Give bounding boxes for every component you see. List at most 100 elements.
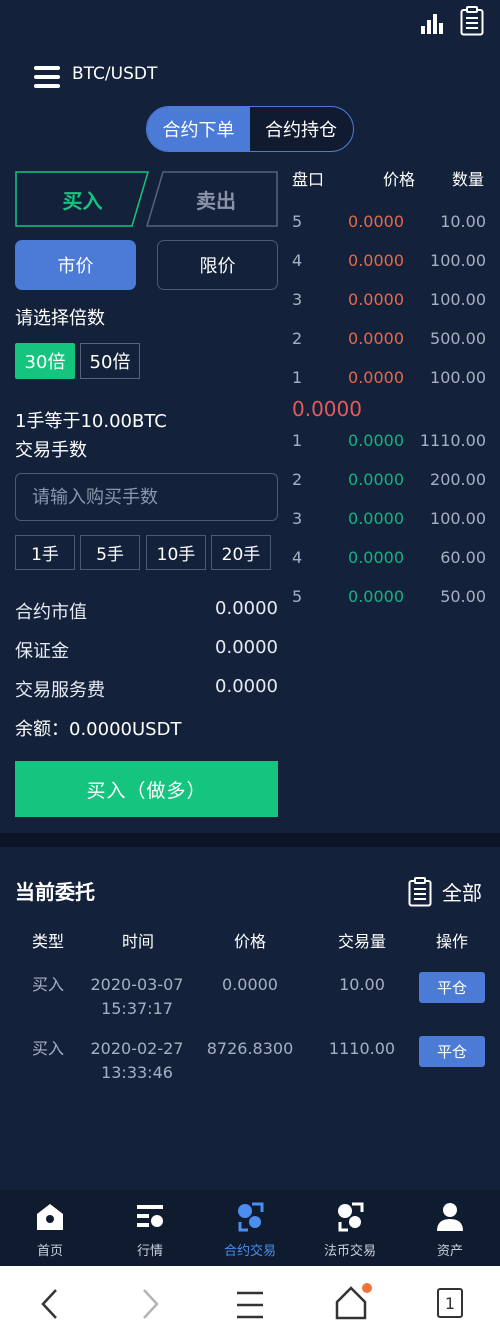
ask-price: 0.0000 — [348, 212, 404, 231]
ask-row[interactable]: 1 0.0000 100.00 — [292, 368, 486, 392]
bid-qty: 1110.00 — [419, 431, 486, 450]
col-price: 价格 — [233, 932, 266, 951]
quick-lot-5-button[interactable]: 5手 — [80, 535, 140, 570]
ask-qty: 100.00 — [430, 290, 486, 309]
bid-qty: 200.00 — [430, 470, 486, 489]
margin-row: 保证金 0.0000 — [15, 637, 278, 665]
limit-price-button[interactable]: 限价 — [157, 240, 278, 290]
bid-level: 3 — [292, 509, 303, 528]
bid-level: 2 — [292, 470, 303, 489]
ask-level: 2 — [292, 329, 303, 348]
lots-label: 交易手数 — [15, 440, 87, 461]
clipboard-icon — [408, 877, 432, 907]
order-price: 8726.8300 — [206, 1039, 294, 1058]
margin-label: 保证金 — [15, 641, 69, 662]
col-type: 类型 — [31, 932, 64, 951]
nav-market-label: 行情 — [136, 1244, 163, 1259]
lots-input[interactable] — [15, 473, 278, 521]
buy-tab-label: 买入 — [62, 188, 103, 213]
ask-level: 5 — [292, 212, 303, 231]
bid-price: 0.0000 — [348, 587, 404, 606]
nav-home[interactable]: 首页 — [0, 1190, 100, 1266]
ask-price: 0.0000 — [348, 329, 404, 348]
forward-icon[interactable] — [140, 1286, 162, 1322]
nav-contract-trade[interactable]: 合约交易 — [200, 1190, 300, 1266]
sell-tab[interactable]: 卖出 — [146, 171, 278, 227]
nav-fiat-trade[interactable]: 法币交易 — [300, 1190, 400, 1266]
tab-place-order[interactable]: 合约下单 — [147, 107, 250, 151]
bid-row[interactable]: 3 0.0000 100.00 — [292, 509, 486, 533]
fiat-trade-icon — [338, 1202, 364, 1232]
ask-level: 1 — [292, 368, 303, 387]
current-orders-title: 当前委托 — [15, 880, 95, 904]
order-type: 买入 — [31, 975, 64, 994]
ask-row[interactable]: 2 0.0000 500.00 — [292, 329, 486, 353]
sell-tab-label: 卖出 — [196, 188, 236, 213]
margin-value: 0.0000 — [215, 637, 278, 658]
orderbook-header-level: 盘口 — [292, 170, 325, 189]
order-date: 2020-02-27 — [90, 1039, 184, 1058]
buy-long-button[interactable]: 买入（做多） — [15, 761, 278, 817]
ask-qty: 500.00 — [430, 329, 486, 348]
order-volume: 1110.00 — [328, 1039, 396, 1058]
order-price: 0.0000 — [222, 975, 278, 994]
bid-row[interactable]: 1 0.0000 1110.00 — [292, 431, 486, 455]
tab-count-button[interactable]: 1 — [437, 1288, 463, 1318]
close-position-button[interactable]: 平仓 — [419, 972, 485, 1003]
section-divider — [0, 833, 500, 847]
ask-price: 0.0000 — [348, 290, 404, 309]
col-volume: 交易量 — [337, 932, 386, 951]
leverage-30x-button[interactable]: 30倍 — [15, 343, 75, 379]
trading-pair-title: BTC/USDT — [72, 64, 158, 84]
contract-value-label: 合约市值 — [15, 602, 87, 623]
bottom-nav: 首页 行情 合约交易 法币交易 资产 — [0, 1190, 500, 1266]
bid-row[interactable]: 2 0.0000 200.00 — [292, 470, 486, 494]
fee-row: 交易服务费 0.0000 — [15, 676, 278, 704]
bar-chart-icon[interactable] — [421, 12, 443, 34]
clipboard-icon[interactable] — [460, 6, 484, 36]
market-price-button[interactable]: 市价 — [15, 240, 136, 290]
ask-row[interactable]: 5 0.0000 10.00 — [292, 212, 486, 236]
bid-row[interactable]: 5 0.0000 50.00 — [292, 587, 486, 611]
bid-price: 0.0000 — [348, 548, 404, 567]
bid-row[interactable]: 4 0.0000 60.00 — [292, 548, 486, 572]
order-time: 15:37:17 — [101, 999, 173, 1018]
leverage-label: 请选择倍数 — [15, 308, 105, 329]
home-outline-icon[interactable] — [334, 1282, 372, 1322]
contract-value-row: 合约市值 0.0000 — [15, 598, 278, 626]
ask-level: 3 — [292, 290, 303, 309]
ask-qty: 10.00 — [440, 212, 486, 231]
all-orders-button[interactable]: 全部 — [406, 875, 488, 909]
quick-lot-1-button[interactable]: 1手 — [15, 535, 75, 570]
all-orders-label: 全部 — [442, 881, 482, 905]
fee-label: 交易服务费 — [15, 680, 105, 701]
ask-row[interactable]: 3 0.0000 100.00 — [292, 290, 486, 314]
menu-lines-icon[interactable] — [236, 1290, 264, 1320]
tab-positions[interactable]: 合约持仓 — [249, 107, 353, 151]
lot-size-info: 1手等于10.00BTC — [15, 411, 167, 432]
back-icon[interactable] — [38, 1286, 60, 1322]
nav-assets[interactable]: 资产 — [400, 1190, 500, 1266]
bid-level: 4 — [292, 548, 303, 567]
balance-text: 余额：0.0000USDT — [15, 719, 182, 740]
ask-price: 0.0000 — [348, 251, 404, 270]
quick-lot-20-button[interactable]: 20手 — [211, 535, 271, 570]
nav-home-label: 首页 — [36, 1244, 63, 1259]
bid-qty: 50.00 — [440, 587, 486, 606]
fee-value: 0.0000 — [215, 676, 278, 697]
buy-tab[interactable]: 买入 — [15, 171, 150, 227]
ask-price: 0.0000 — [348, 368, 404, 387]
ask-row[interactable]: 4 0.0000 100.00 — [292, 251, 486, 275]
nav-fiat-trade-label: 法币交易 — [323, 1244, 376, 1259]
bid-price: 0.0000 — [348, 431, 404, 450]
nav-market[interactable]: 行情 — [100, 1190, 200, 1266]
quick-lot-10-button[interactable]: 10手 — [146, 535, 206, 570]
leverage-50x-button[interactable]: 50倍 — [80, 343, 140, 379]
nav-contract-trade-label: 合约交易 — [223, 1244, 276, 1259]
bid-price: 0.0000 — [348, 509, 404, 528]
ask-qty: 100.00 — [430, 368, 486, 387]
order-volume: 10.00 — [339, 975, 385, 994]
bid-level: 5 — [292, 587, 303, 606]
hamburger-menu-icon[interactable] — [34, 66, 60, 88]
close-position-button[interactable]: 平仓 — [419, 1036, 485, 1067]
